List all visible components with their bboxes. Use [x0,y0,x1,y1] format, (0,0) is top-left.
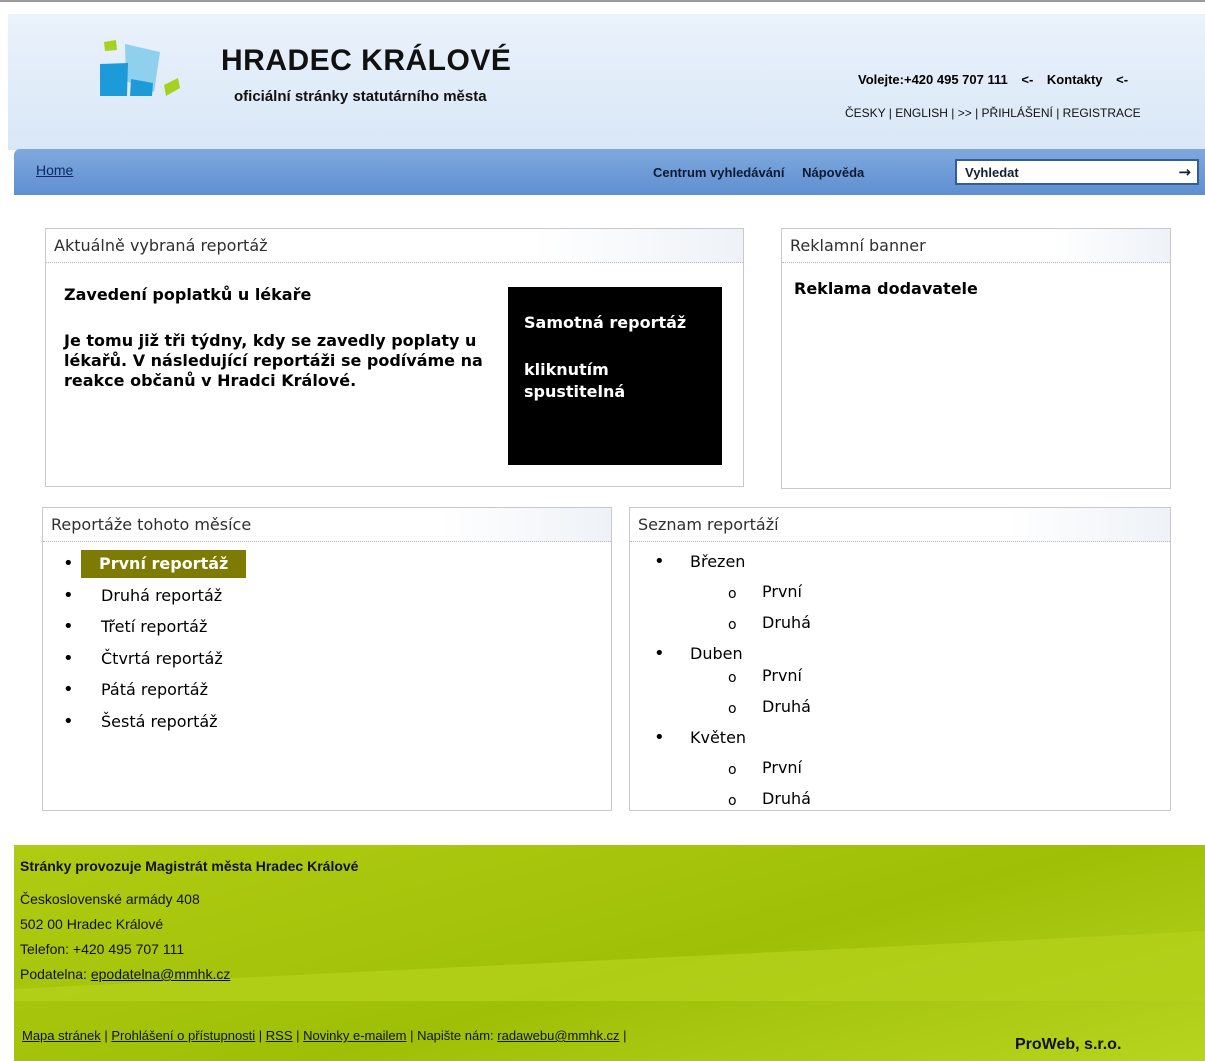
contacts-link[interactable]: Kontakty [1047,72,1103,87]
month-reports-list: První reportáž Druhá reportáž Třetí repo… [59,550,247,740]
footer-title: Stránky provozuje Magistrát města Hradec… [20,858,359,874]
search-box: → [955,159,1199,185]
ad-banner-text[interactable]: Reklama dodavatele [794,279,978,298]
video-label: Samotná reportáž [524,313,687,332]
list-item[interactable]: Čtvrtá reportáž [59,645,246,677]
report-description: Je tomu již tři týdny, kdy se zavedly po… [64,331,483,390]
archive-report-link[interactable]: První [648,580,811,611]
site-footer: Stránky provozuje Magistrát města Hradec… [14,845,1205,1061]
report-title: Zavedení poplatků u lékaře [64,285,312,304]
report-archive-panel: Seznam reportáží Březen První Druhá Dube… [629,507,1171,813]
archive-report-link[interactable]: Druhá [648,695,811,726]
main-navbar: Home Centrum vyhledávání Nápověda → [14,149,1205,195]
month-item[interactable]: Březen [648,550,811,580]
help-link[interactable]: Nápověda [802,165,864,180]
filing-email-link[interactable]: epodatelna@mmhk.cz [91,966,231,982]
footer-filing: Podatelna: epodatelna@mmhk.cz [20,966,230,982]
list-item[interactable]: Třetí reportáž [59,613,246,645]
sitemap-link[interactable]: Mapa stránek [22,1028,101,1043]
report-link[interactable]: Třetí reportáž [101,617,207,636]
rss-link[interactable]: RSS [266,1028,293,1043]
write-us-email-link[interactable]: radawebu@mmhk.cz [497,1028,619,1043]
video-player[interactable]: Samotná reportáž kliknutím spustitelná [508,287,722,465]
filing-label: Podatelna: [20,966,91,982]
report-link[interactable]: Druhá reportáž [101,586,222,605]
footer-address-city: 502 00 Hradec Králové [20,916,164,932]
current-report-heading: Aktuálně vybraná reportáž [46,229,743,263]
footer-company[interactable]: ProWeb, s.r.o. [1015,1036,1121,1054]
month-item[interactable]: Duben [648,642,811,666]
language-login-links[interactable]: ČESKY | ENGLISH | >> | PŘIHLÁŠENÍ | REGI… [845,106,1141,120]
report-archive-tree: Březen První Druhá Duben První Druhá Kvě… [648,550,811,818]
list-item[interactable]: První reportáž [59,550,247,582]
top-border [0,0,1205,14]
arrow-left-text: <- [1021,72,1034,87]
archive-report-link[interactable]: První [648,756,811,787]
contact-line: Volejte:+420 495 707 111 <- Kontakty <- [858,72,1138,87]
home-link[interactable]: Home [36,162,73,178]
video-play-hint: kliknutím spustitelná [524,360,626,401]
site-subtitle: oficiální stránky statutárního města [234,88,487,105]
accessibility-link[interactable]: Prohlášení o přístupnosti [111,1028,255,1043]
arrow-right-text: <- [1116,72,1129,87]
newsletter-link[interactable]: Novinky e-mailem [303,1028,406,1043]
report-archive-heading: Seznam reportáží [630,508,1170,542]
month-item[interactable]: Květen [648,726,811,756]
list-item[interactable]: Pátá reportáž [59,676,246,708]
archive-report-link[interactable]: Druhá [648,611,811,642]
search-center-link[interactable]: Centrum vyhledávání [653,165,785,180]
search-submit-arrow-icon[interactable]: → [1178,163,1191,181]
report-link[interactable]: Šestá reportáž [101,712,218,731]
list-item[interactable]: Šestá reportáž [59,708,246,740]
nav-links: Centrum vyhledávání Nápověda [653,165,878,180]
ad-banner-panel: Reklamní banner Reklama dodavatele [781,228,1171,489]
archive-report-link[interactable]: Druhá [648,787,811,818]
phone-text: Volejte:+420 495 707 111 [858,72,1008,87]
ad-banner-heading: Reklamní banner [782,229,1170,263]
list-item[interactable]: Druhá reportáž [59,582,246,614]
footer-phone: Telefon: +420 495 707 111 [20,941,185,957]
month-reports-heading: Reportáže tohoto měsíce [43,508,611,542]
archive-report-link[interactable]: První [648,664,811,695]
search-input[interactable] [957,161,1167,183]
site-title: HRADEC KRÁLOVÉ [221,44,512,77]
write-us-label: Napište nám: [417,1028,498,1043]
report-link[interactable]: Pátá reportáž [101,680,208,699]
footer-links: Mapa stránek | Prohlášení o přístupnosti… [22,1028,627,1043]
report-link[interactable]: První reportáž [81,550,247,578]
footer-address-street: Československé armády 408 [20,891,200,907]
city-logo-icon[interactable] [100,38,190,108]
current-report-panel: Aktuálně vybraná reportáž Zavedení popla… [45,228,744,487]
report-link[interactable]: Čtvrtá reportáž [101,649,223,668]
site-header: HRADEC KRÁLOVÉ oficiální stránky statutá… [8,14,1205,150]
month-reports-panel: Reportáže tohoto měsíce První reportáž D… [42,507,612,811]
